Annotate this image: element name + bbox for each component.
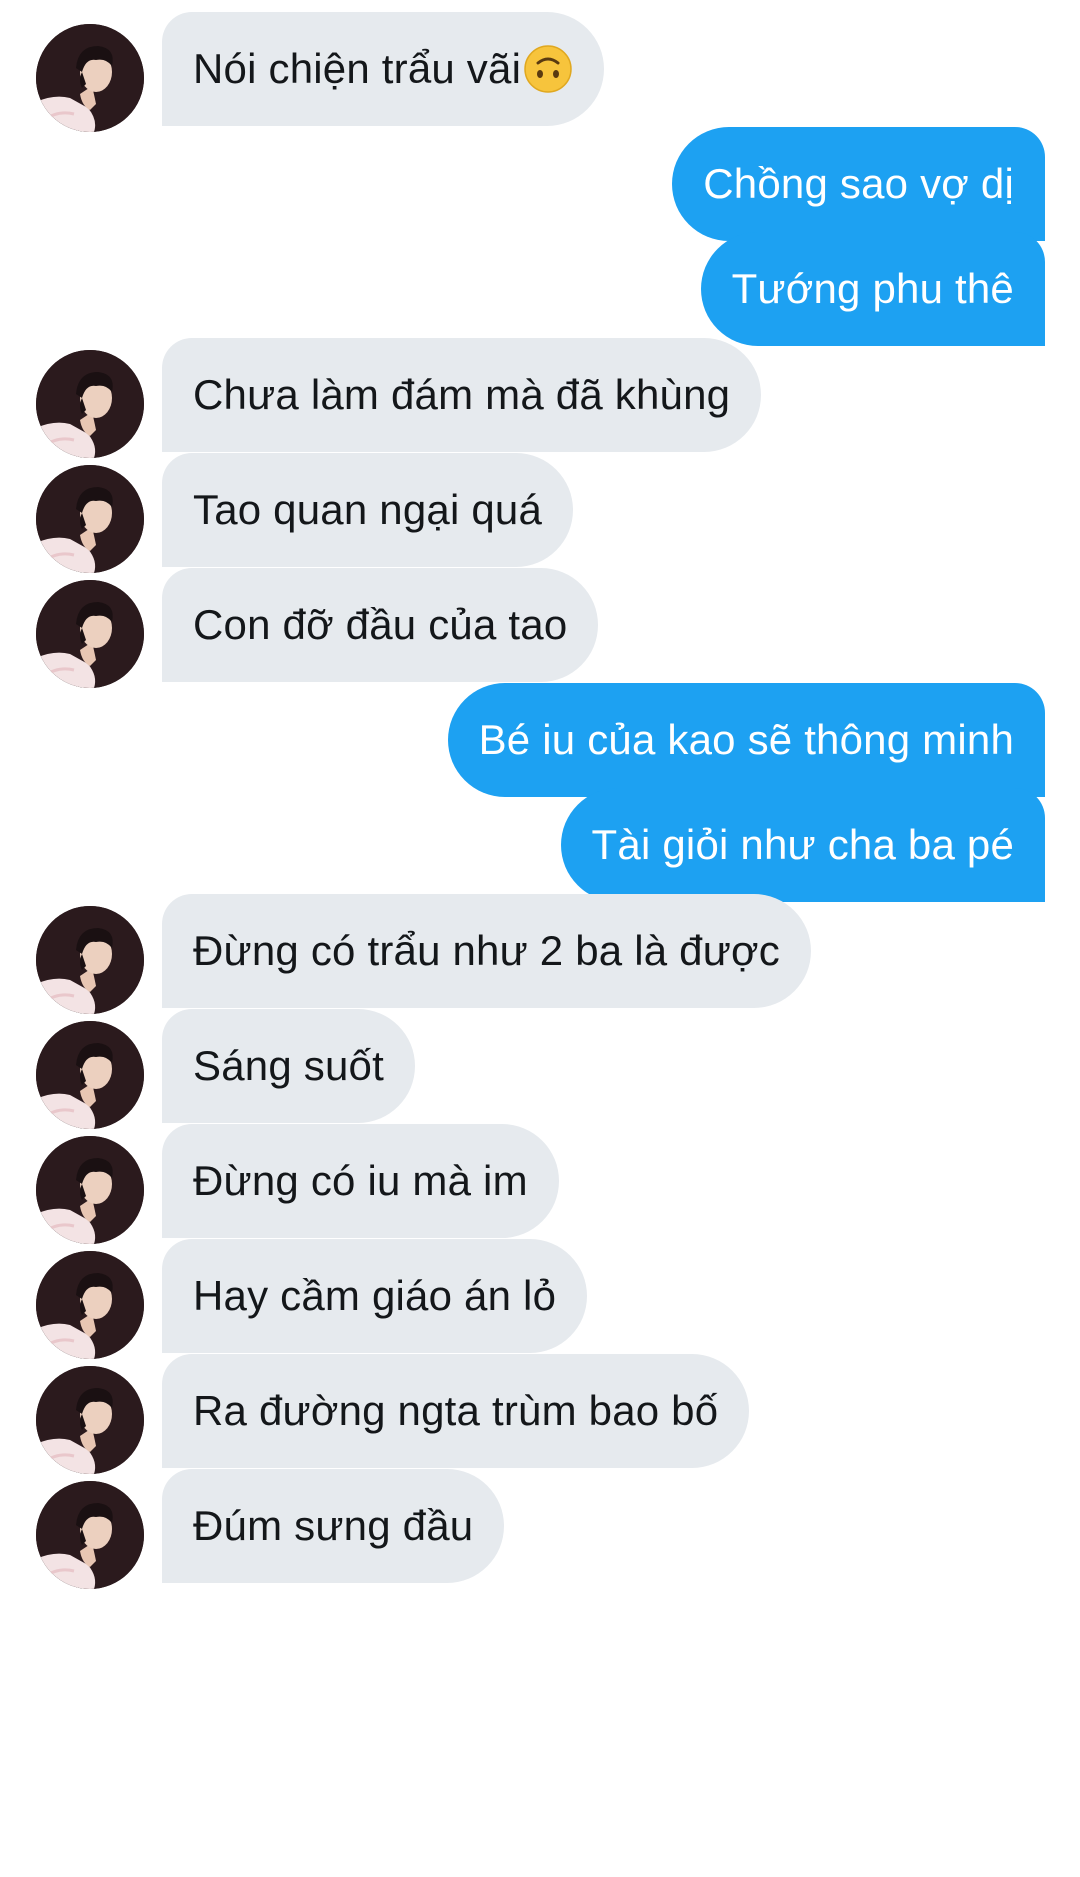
message-bubble-outgoing[interactable]: Tướng phu thê: [700, 232, 1045, 346]
message-text: Chưa làm đám mà đã khùng: [193, 371, 731, 418]
message-text: Nói chiện trẩu vãi: [193, 45, 522, 92]
message-bubble-incoming[interactable]: Nói chiện trẩu vãi: [162, 12, 605, 126]
message-text: Đừng có iu mà im: [193, 1157, 528, 1204]
message-text: Hay cầm giáo án lỏ: [193, 1272, 557, 1319]
message-row-incoming: Sáng suốt: [0, 1009, 1080, 1129]
avatar[interactable]: [36, 465, 144, 573]
message-bubble-incoming[interactable]: Tao quan ngại quá: [162, 453, 574, 567]
message-bubble-outgoing[interactable]: Bé iu của kao sẽ thông minh: [447, 683, 1045, 797]
message-text: Tao quan ngại quá: [193, 486, 543, 533]
avatar[interactable]: [36, 580, 144, 688]
avatar[interactable]: [36, 906, 144, 1014]
message-row-incoming: Chưa làm đám mà đã khùng: [0, 338, 1080, 458]
message-bubble-incoming[interactable]: Ra đường ngta trùm bao bố: [162, 1354, 750, 1468]
message-text: Con đỡ đầu của tao: [193, 601, 568, 648]
message-row-incoming: Hay cầm giáo án lỏ: [0, 1239, 1080, 1359]
message-text: Tài giỏi như cha ba pé: [591, 821, 1014, 868]
message-row-incoming: Đừng có iu mà im: [0, 1124, 1080, 1244]
message-row-outgoing: Tướng phu thê: [0, 232, 1080, 346]
avatar[interactable]: [36, 1021, 144, 1129]
message-text: Ra đường ngta trùm bao bố: [193, 1387, 719, 1434]
message-bubble-incoming[interactable]: Con đỡ đầu của tao: [162, 568, 599, 682]
message-row-outgoing: Chồng sao vợ dị: [0, 127, 1080, 241]
message-row-incoming: Ra đường ngta trùm bao bố: [0, 1354, 1080, 1474]
avatar[interactable]: [36, 1366, 144, 1474]
message-row-incoming: Đừng có trẩu như 2 ba là được: [0, 894, 1080, 1014]
message-bubble-incoming[interactable]: Hay cầm giáo án lỏ: [162, 1239, 588, 1353]
avatar[interactable]: [36, 1136, 144, 1244]
message-text: Đúm sưng đầu: [193, 1502, 474, 1549]
message-row-incoming: Nói chiện trẩu vãi: [0, 12, 1080, 132]
avatar[interactable]: [36, 1481, 144, 1589]
message-bubble-incoming[interactable]: Đúm sưng đầu: [162, 1469, 505, 1583]
avatar[interactable]: [36, 350, 144, 458]
message-bubble-incoming[interactable]: Đừng có iu mà im: [162, 1124, 559, 1238]
message-row-incoming: Đúm sưng đầu: [0, 1469, 1080, 1589]
message-bubble-incoming[interactable]: Chưa làm đám mà đã khùng: [162, 338, 762, 452]
message-text: Chồng sao vợ dị: [703, 160, 1014, 207]
message-row-outgoing: Tài giỏi như cha ba pé: [0, 788, 1080, 902]
message-text: Tướng phu thê: [731, 265, 1014, 312]
message-row-outgoing: Bé iu của kao sẽ thông minh: [0, 683, 1080, 797]
message-row-incoming: Tao quan ngại quá: [0, 453, 1080, 573]
avatar[interactable]: [36, 24, 144, 132]
message-row-incoming: Con đỡ đầu của tao: [0, 568, 1080, 688]
message-bubble-incoming[interactable]: Sáng suốt: [162, 1009, 415, 1123]
message-bubble-incoming[interactable]: Đừng có trẩu như 2 ba là được: [162, 894, 811, 1008]
avatar[interactable]: [36, 1251, 144, 1359]
message-bubble-outgoing[interactable]: Tài giỏi như cha ba pé: [560, 788, 1045, 902]
message-bubble-outgoing[interactable]: Chồng sao vợ dị: [672, 127, 1045, 241]
message-text: Đừng có trẩu như 2 ba là được: [193, 927, 780, 974]
message-text: Sáng suốt: [193, 1042, 384, 1089]
message-text: Bé iu của kao sẽ thông minh: [478, 716, 1014, 763]
upside-down-face-icon: [524, 45, 572, 93]
